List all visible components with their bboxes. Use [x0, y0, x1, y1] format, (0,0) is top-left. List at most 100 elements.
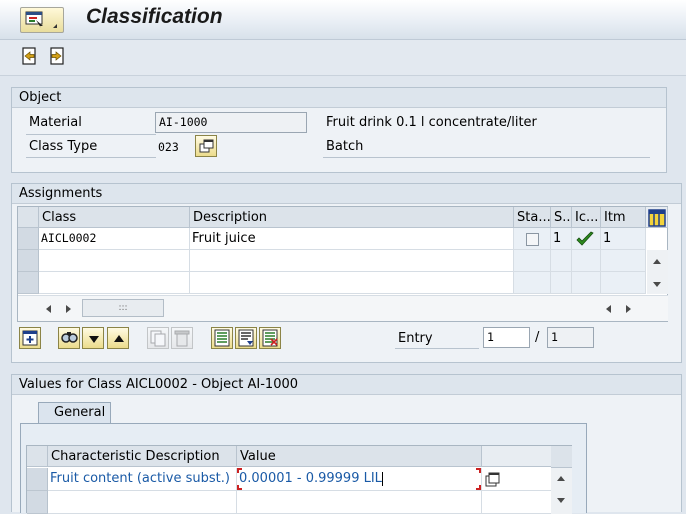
material-label-underline — [26, 134, 156, 135]
menu-icon — [25, 11, 43, 28]
horizontal-scroll-thumb[interactable]: ::: — [82, 299, 164, 317]
object-panel: Object Material AI-1000 Fruit drink 0.1 … — [11, 87, 667, 173]
table-cell-class[interactable]: AICL0002 — [39, 228, 190, 250]
characteristic-description-cell[interactable] — [48, 491, 237, 514]
value-help-cell — [482, 491, 552, 514]
required-marker — [237, 485, 242, 490]
previous-object-icon[interactable] — [22, 47, 38, 65]
move-up-button[interactable] — [107, 327, 129, 349]
class-type-description: Batch — [326, 139, 364, 154]
column-header-icon[interactable]: Ic... — [572, 207, 601, 228]
characteristic-value-input[interactable] — [237, 491, 482, 514]
system-menu-button[interactable] — [20, 7, 64, 33]
material-field[interactable]: AI-1000 — [155, 112, 307, 133]
value-help-cell — [482, 468, 552, 491]
copy-icon — [150, 330, 166, 347]
table-cell-s — [551, 250, 572, 272]
row-selector[interactable] — [18, 272, 39, 294]
values-panel-heading: Values for Class AICL0002 - Object AI-10… — [12, 375, 681, 395]
details-icon — [238, 329, 254, 347]
entry-label-underline — [395, 348, 479, 349]
row-selector[interactable] — [27, 468, 48, 491]
scroll-left-icon[interactable] — [606, 305, 611, 313]
row-selector[interactable] — [18, 250, 39, 272]
move-down-button[interactable] — [82, 327, 104, 349]
select-all-cell[interactable] — [27, 446, 48, 467]
table-cell-class[interactable] — [39, 250, 190, 272]
insert-row-icon — [22, 330, 38, 346]
class-type-help-button[interactable] — [195, 135, 217, 157]
entry-input[interactable]: 1 — [483, 327, 530, 348]
column-header-description[interactable]: Description — [190, 207, 514, 228]
table-cell-s: 1 — [551, 228, 572, 250]
table-cell-status — [514, 250, 551, 272]
entry-total-field: 1 — [547, 327, 594, 348]
header-filler — [482, 446, 552, 467]
values-panel: Values for Class AICL0002 - Object AI-10… — [11, 374, 682, 514]
scroll-right-icon[interactable] — [626, 305, 631, 313]
table-cell-status — [514, 228, 551, 250]
next-object-icon[interactable] — [48, 47, 64, 65]
row-selector[interactable] — [18, 228, 39, 250]
table-cell-item: 1 — [601, 228, 646, 250]
column-header-class[interactable]: Class — [39, 207, 190, 228]
deselect-all-button[interactable] — [259, 327, 281, 349]
characteristic-value-text: 0.00001 - 0.99999 LIL — [239, 471, 382, 486]
scroll-down-icon[interactable] — [557, 498, 565, 503]
row-selector[interactable] — [27, 491, 48, 514]
details-button[interactable] — [235, 327, 257, 349]
tab-general[interactable]: General — [38, 402, 111, 424]
entry-label: Entry — [398, 331, 433, 346]
object-panel-heading: Object — [12, 88, 666, 108]
table-settings-button[interactable] — [646, 207, 668, 228]
table-cell-item — [601, 272, 646, 294]
class-type-field[interactable]: 023 — [158, 140, 179, 154]
delete-row-button[interactable] — [171, 327, 193, 349]
copy-row-button[interactable] — [147, 327, 169, 349]
column-header-s[interactable]: S.. — [551, 207, 572, 228]
scroll-right-icon[interactable] — [66, 305, 71, 313]
characteristic-description-cell[interactable]: Fruit content (active subst.) — [48, 468, 237, 491]
insert-row-button[interactable] — [19, 327, 41, 349]
table-cell-icon — [572, 228, 601, 250]
table-cell-class[interactable] — [39, 272, 190, 294]
value-help-icon[interactable] — [485, 472, 501, 488]
select-all-cell[interactable] — [18, 207, 39, 228]
assignments-panel: Assignments Class Description Sta... S..… — [11, 183, 682, 363]
dropdown-triangle-icon — [53, 24, 57, 28]
table-cell-icon — [572, 272, 601, 294]
scroll-up-icon[interactable] — [557, 476, 565, 481]
find-button[interactable] — [58, 327, 80, 349]
title-bar: Classification — [0, 0, 686, 40]
deselect-all-icon — [262, 329, 278, 347]
vertical-scrollbar[interactable] — [551, 446, 572, 514]
assignments-panel-heading: Assignments — [12, 184, 681, 204]
column-header-item[interactable]: Itm — [601, 207, 646, 228]
scroll-up-icon[interactable] — [653, 259, 661, 264]
table-cell-description[interactable]: Fruit juice — [190, 228, 514, 250]
required-marker — [476, 485, 481, 490]
vertical-scrollbar[interactable] — [647, 250, 668, 294]
column-header-characteristic[interactable]: Characteristic Description — [48, 446, 237, 467]
table-cell-description[interactable] — [190, 272, 514, 294]
page-title: Classification — [86, 5, 223, 28]
text-cursor — [381, 471, 383, 486]
column-header-value[interactable]: Value — [237, 446, 482, 467]
column-header-status[interactable]: Sta... — [514, 207, 551, 228]
tab-general-label: General — [54, 405, 106, 420]
characteristic-value-input[interactable]: 0.00001 - 0.99999 LIL — [237, 468, 482, 491]
table-cell-icon — [572, 250, 601, 272]
material-label: Material — [29, 115, 82, 130]
green-check-icon — [576, 231, 594, 246]
trash-icon — [174, 330, 190, 347]
material-description: Fruit drink 0.1 l concentrate/liter — [326, 115, 537, 130]
scroll-down-icon[interactable] — [653, 282, 661, 287]
table-cell-description[interactable] — [190, 250, 514, 272]
table-settings-icon — [648, 209, 666, 227]
scroll-left-icon[interactable] — [46, 305, 51, 313]
status-checkbox[interactable] — [526, 233, 539, 246]
required-marker — [476, 468, 481, 473]
value-help-icon — [199, 139, 214, 153]
select-all-button[interactable] — [211, 327, 233, 349]
application-toolbar — [0, 40, 686, 76]
